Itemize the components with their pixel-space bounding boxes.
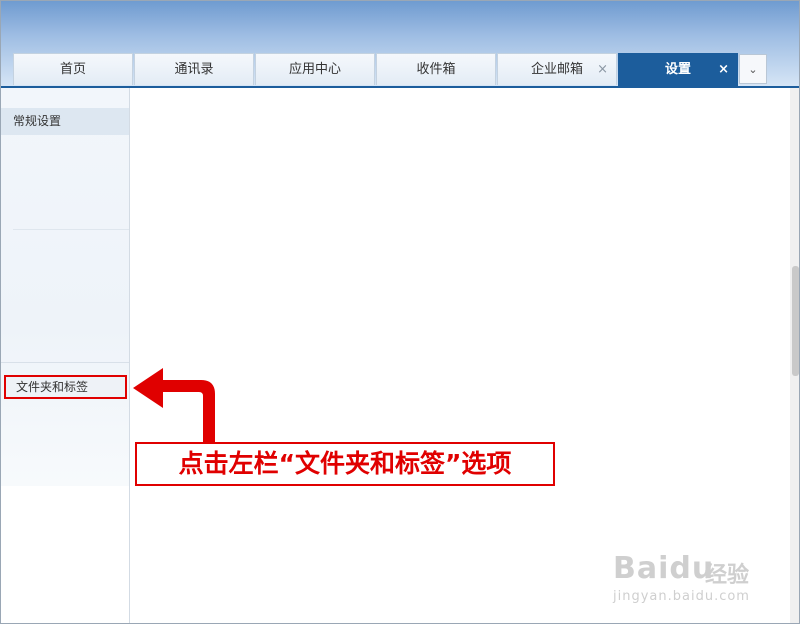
divider	[1, 362, 129, 363]
sidebar-item-general-settings[interactable]: 常规设置	[1, 108, 129, 135]
tab-dropdown-button[interactable]: ⌄	[739, 54, 767, 84]
sidebar-menu-area	[1, 88, 129, 486]
tab-label: 通讯录	[174, 62, 214, 77]
watermark-brand: 经验	[705, 563, 750, 588]
watermark-url: jingyan.baidu.com	[613, 589, 750, 604]
scrollbar-thumb[interactable]	[792, 266, 799, 376]
annotation-arrow-icon	[133, 368, 215, 444]
tab-label: 应用中心	[288, 62, 341, 77]
settings-sidebar: 常规设置 文件夹和标签	[1, 88, 130, 623]
tab-home[interactable]: 首页	[13, 53, 133, 85]
watermark-logo: Baidu	[613, 551, 714, 586]
tab-contacts[interactable]: 通讯录	[134, 53, 254, 85]
tab-label: 设置	[664, 62, 691, 77]
tab-settings[interactable]: 设置 ×	[618, 53, 738, 86]
tab-enterprise-mail[interactable]: 企业邮箱 ×	[497, 53, 617, 85]
tab-inbox[interactable]: 收件箱	[376, 53, 496, 85]
mail-window: 首页 通讯录 应用中心 收件箱 企业邮箱 × 设置 × ⌄ 常规设置 文件夹和标…	[0, 0, 800, 624]
watermark-logo-left: Bai	[613, 551, 670, 586]
close-icon[interactable]: ×	[718, 54, 729, 86]
tab-app-center[interactable]: 应用中心	[255, 53, 375, 85]
tab-label: 收件箱	[416, 62, 456, 77]
tab-bar: 首页 通讯录 应用中心 收件箱 企业邮箱 × 设置 × ⌄	[13, 53, 767, 87]
tab-label: 首页	[59, 62, 86, 77]
baidu-jingyan-watermark: Baidu 经验 jingyan.baidu.com	[613, 539, 763, 609]
divider	[13, 229, 129, 230]
tab-label: 企业邮箱	[530, 62, 583, 77]
close-icon[interactable]: ×	[597, 54, 608, 86]
sidebar-item-folders-and-tags[interactable]: 文件夹和标签	[4, 375, 127, 399]
chevron-down-icon: ⌄	[748, 63, 758, 76]
annotation-callout: 点击左栏“文件夹和标签”选项	[135, 442, 555, 486]
